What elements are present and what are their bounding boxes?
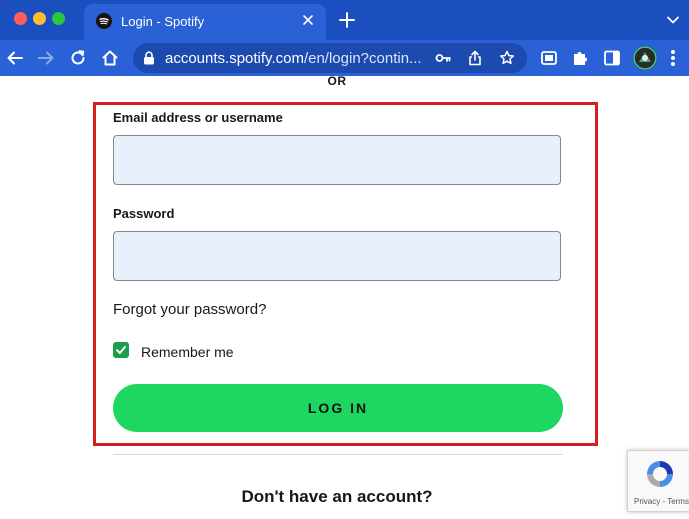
close-icon[interactable] — [300, 12, 316, 28]
remember-me-label[interactable]: Remember me — [141, 344, 234, 360]
recaptcha-icon — [643, 457, 677, 491]
email-label: Email address or username — [113, 110, 283, 125]
recaptcha-badge[interactable]: Privacy - Terms — [627, 450, 689, 512]
maximize-window-button[interactable] — [52, 12, 65, 25]
star-icon[interactable] — [499, 50, 515, 66]
section-divider — [113, 454, 563, 455]
sidebar-icon[interactable] — [603, 49, 621, 67]
browser-toolbar: accounts.spotify.com/en/login?contin... — [0, 40, 689, 76]
no-account-heading: Don't have an account? — [241, 487, 433, 506]
login-page: OR Email address or username Password Fo… — [0, 74, 689, 519]
login-button[interactable]: LOG IN — [113, 384, 563, 432]
avatar[interactable] — [633, 46, 657, 70]
puzzle-icon[interactable] — [571, 49, 589, 67]
close-window-button[interactable] — [14, 12, 27, 25]
browser-window: Login - Spotify accounts.spotify.com/en/… — [0, 0, 689, 519]
email-field[interactable] — [113, 135, 561, 185]
arrow-left-icon[interactable] — [6, 49, 24, 67]
tab-strip: Login - Spotify — [0, 0, 689, 40]
or-divider-text: OR — [327, 74, 347, 88]
password-label: Password — [113, 206, 175, 221]
address-bar[interactable]: accounts.spotify.com/en/login?contin... — [133, 43, 527, 73]
reload-icon[interactable] — [69, 49, 87, 67]
arrow-right-icon[interactable] — [37, 49, 55, 67]
password-input[interactable] — [114, 232, 560, 280]
recaptcha-links[interactable]: Privacy - Terms — [634, 497, 689, 506]
url-path: /en/login?contin... — [303, 50, 422, 67]
checkmark-icon — [116, 346, 126, 354]
forgot-password-link[interactable]: Forgot your password? — [113, 301, 266, 318]
remember-me-checkbox[interactable] — [113, 342, 129, 358]
url-host: accounts.spotify.com — [165, 50, 304, 67]
url-text: accounts.spotify.com/en/login?contin... — [165, 50, 422, 67]
screenshot-extension-icon[interactable] — [540, 49, 558, 67]
browser-tab[interactable]: Login - Spotify — [84, 4, 326, 40]
lock-icon[interactable] — [143, 51, 155, 65]
share-icon[interactable] — [467, 50, 483, 66]
password-field[interactable] — [113, 231, 561, 281]
email-input[interactable] — [114, 136, 560, 184]
spotify-icon — [96, 13, 112, 29]
plus-icon[interactable] — [338, 11, 356, 29]
tab-title: Login - Spotify — [121, 14, 205, 29]
kebab-menu-icon[interactable] — [670, 49, 676, 67]
chevron-down-icon[interactable] — [666, 13, 680, 27]
home-icon[interactable] — [101, 49, 119, 67]
minimize-window-button[interactable] — [33, 12, 46, 25]
key-icon[interactable] — [435, 50, 451, 66]
